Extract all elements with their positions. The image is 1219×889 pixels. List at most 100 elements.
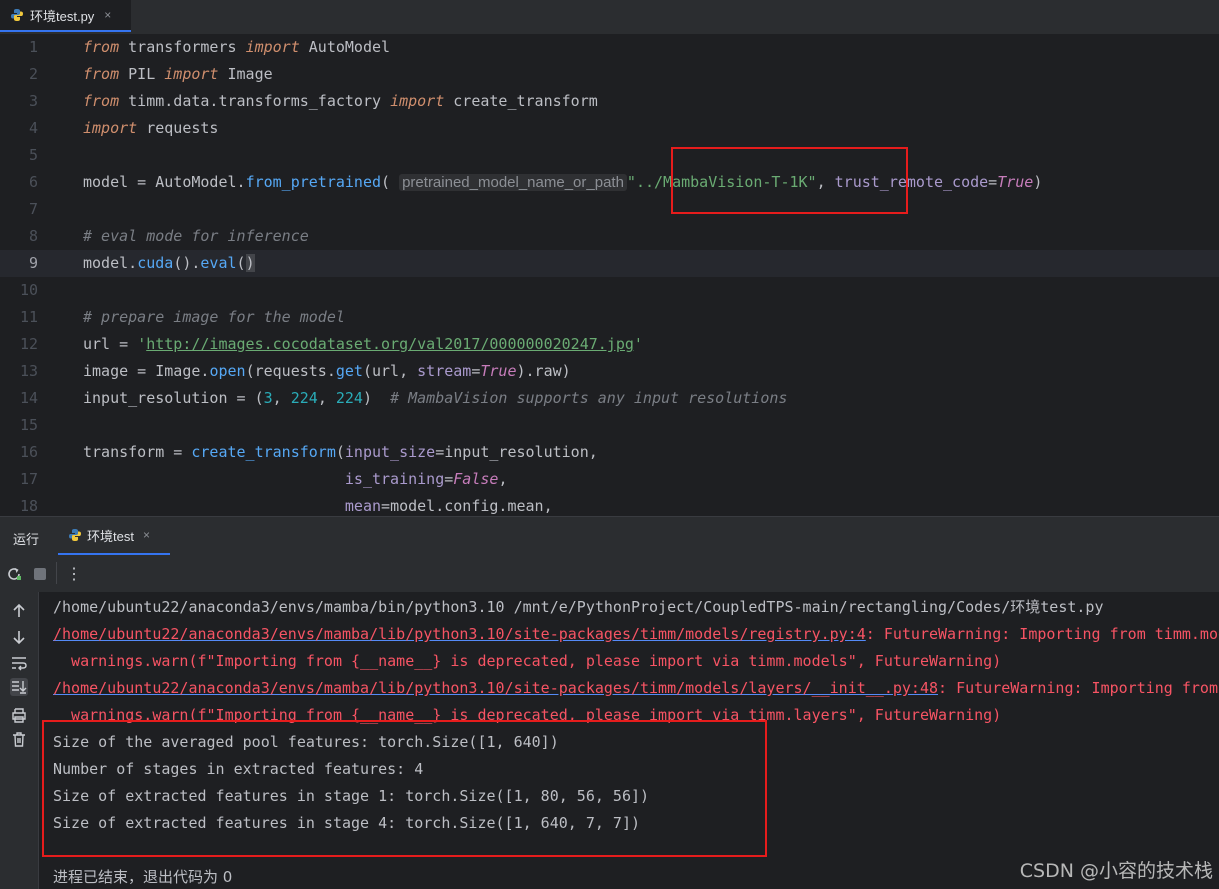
- function-name: eval: [200, 254, 237, 272]
- code-token: (requests.: [245, 362, 336, 380]
- console-line: Size of the averaged pool features: torc…: [53, 733, 559, 751]
- editor-tab-file[interactable]: 环境test.py ×: [0, 0, 131, 32]
- string-literal: "../MambaVision-T-1K": [626, 173, 817, 191]
- comment: # eval mode for inference: [83, 227, 309, 245]
- code-token: ().: [173, 254, 201, 272]
- keyword-argument: trust_remote_code: [834, 173, 989, 191]
- close-icon[interactable]: ×: [143, 528, 150, 542]
- code-token: PIL: [119, 65, 165, 83]
- code-token: AutoModel: [299, 38, 391, 56]
- function-name: create_transform: [191, 443, 336, 461]
- code-token: timm.data.transforms_factory: [119, 92, 391, 110]
- keyword: from: [83, 38, 120, 56]
- run-tab-label: 环境test: [87, 528, 134, 544]
- function-name: cuda: [137, 254, 174, 272]
- code-line: is_training=False,: [83, 466, 508, 493]
- code-token: (: [236, 254, 246, 272]
- console-line: Size of extracted features in stage 1: t…: [53, 787, 650, 805]
- file-link[interactable]: /home/ubuntu22/anaconda3/envs/mamba/lib/…: [53, 679, 938, 697]
- code-line: url = 'http://images.cocodataset.org/val…: [83, 331, 643, 358]
- run-panel-title: 运行: [13, 532, 40, 547]
- code-token: =: [444, 470, 454, 488]
- console-line: Size of extracted features in stage 4: t…: [53, 814, 640, 832]
- python-icon: [11, 9, 23, 21]
- code-line: # eval mode for inference: [83, 223, 309, 250]
- code-token: ): [1033, 173, 1043, 191]
- console-output[interactable]: /home/ubuntu22/anaconda3/envs/mamba/bin/…: [39, 592, 1219, 889]
- run-toolbar: ⋮: [0, 556, 1219, 593]
- code-editor[interactable]: 1 2 3 4 5 6 7 8 9 10 11 12 13 14 15 16 1…: [0, 34, 1219, 516]
- line-number: 7: [28, 200, 38, 218]
- down-arrow-icon[interactable]: [10, 628, 28, 646]
- run-tab[interactable]: 环境test ×: [58, 517, 170, 555]
- code-token: image = Image.: [83, 362, 210, 380]
- boolean-literal: True: [997, 173, 1034, 191]
- console-line: /home/ubuntu22/anaconda3/envs/mamba/lib/…: [53, 675, 1219, 702]
- code-token: ): [362, 389, 391, 407]
- number-literal: 3: [263, 389, 273, 407]
- warning-text: : FutureWarning: Importing from timm.mod…: [865, 625, 1219, 643]
- function-name: get: [335, 362, 363, 380]
- file-link[interactable]: /home/ubuntu22/anaconda3/envs/mamba/lib/…: [53, 625, 866, 643]
- keyword: import: [390, 92, 445, 110]
- code-token: ,: [816, 173, 835, 191]
- code-line: mean=model.config.mean,: [83, 493, 553, 516]
- url-link[interactable]: http://images.cocodataset.org/val2017/00…: [146, 335, 634, 353]
- code-line: input_resolution = (3, 224, 224) # Mamba…: [83, 385, 787, 412]
- console-line: warnings.warn(f"Importing from {__name__…: [53, 652, 1002, 670]
- code-line: image = Image.open(requests.get(url, str…: [83, 358, 571, 385]
- string-quote: ': [137, 335, 147, 353]
- parameter-hint: pretrained_model_name_or_path: [399, 174, 627, 191]
- trash-icon[interactable]: [10, 730, 28, 748]
- code-token: ,: [498, 470, 508, 488]
- line-number: 8: [28, 227, 38, 245]
- matched-paren: ): [245, 254, 255, 272]
- line-number: 10: [19, 281, 38, 299]
- comment: # prepare image for the model: [83, 308, 345, 326]
- line-number: 12: [19, 335, 38, 353]
- code-token: =: [435, 443, 445, 461]
- editor-tab-label: 环境test.py: [30, 8, 95, 24]
- code-line: model.cuda().eval(): [83, 250, 255, 277]
- line-number: 3: [28, 92, 38, 110]
- number-literal: 224: [335, 389, 363, 407]
- keyword-argument: mean: [344, 497, 382, 515]
- more-options-icon[interactable]: ⋮: [66, 564, 82, 584]
- close-icon[interactable]: ×: [104, 8, 111, 22]
- line-number: 17: [19, 470, 38, 488]
- boolean-literal: True: [480, 362, 517, 380]
- code-token: url =: [83, 335, 138, 353]
- keyword-argument: stream: [417, 362, 472, 380]
- up-arrow-icon[interactable]: [10, 602, 28, 620]
- code-line: from timm.data.transforms_factory import…: [83, 88, 598, 115]
- code-token: transform =: [83, 443, 192, 461]
- code-token: (: [335, 443, 345, 461]
- soft-wrap-icon[interactable]: [10, 654, 28, 672]
- code-line: from PIL import Image: [83, 61, 273, 88]
- code-line: # prepare image for the model: [83, 304, 345, 331]
- print-icon[interactable]: [10, 706, 28, 724]
- code-token: (: [381, 173, 391, 191]
- scroll-to-end-icon[interactable]: [10, 678, 28, 696]
- run-panel-header: 运行 环境test ×: [0, 516, 1219, 557]
- editor-tab-bar: 环境test.py ×: [0, 0, 1219, 35]
- line-number: 5: [28, 146, 38, 164]
- code-token: transformers: [119, 38, 246, 56]
- keyword: from: [83, 92, 120, 110]
- keyword: import: [245, 38, 300, 56]
- code-token: Image: [218, 65, 273, 83]
- code-token: =: [381, 497, 391, 515]
- code-token: (url,: [362, 362, 418, 380]
- code-token: input_resolution,: [444, 443, 598, 461]
- code-line: import requests: [83, 115, 218, 142]
- stop-icon[interactable]: [34, 568, 46, 580]
- line-number: 18: [19, 497, 38, 515]
- line-number: 15: [19, 416, 38, 434]
- code-token: model = AutoModel.: [83, 173, 246, 191]
- code-token: ,: [272, 389, 291, 407]
- console-line: warnings.warn(f"Importing from {__name__…: [53, 706, 1002, 724]
- rerun-icon[interactable]: [6, 566, 22, 582]
- function-name: open: [209, 362, 246, 380]
